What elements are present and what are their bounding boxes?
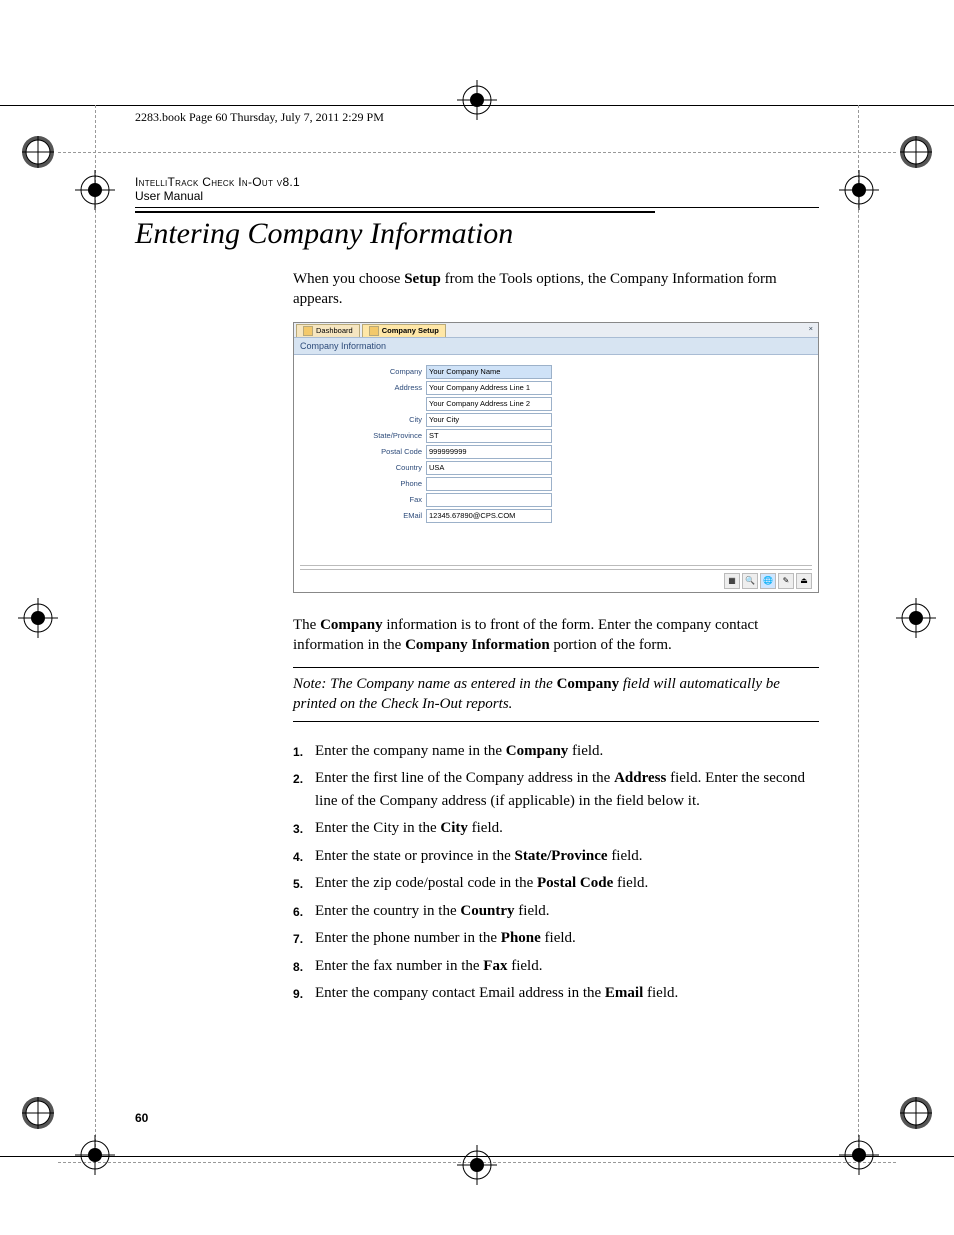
- registration-mark-icon: [839, 170, 879, 210]
- registration-mark-icon: [18, 1093, 58, 1133]
- label-company: Company: [340, 367, 426, 376]
- step-item: Enter the City in the City field.: [293, 817, 819, 840]
- step-item: Enter the country in the Country field.: [293, 900, 819, 923]
- step-item: Enter the first line of the Company addr…: [293, 767, 819, 812]
- registration-mark-icon: [896, 598, 936, 638]
- manual-label: User Manual: [135, 189, 819, 203]
- step-item: Enter the fax number in the Fax field.: [293, 955, 819, 978]
- book-metadata-header: 2283.book Page 60 Thursday, July 7, 2011…: [135, 110, 819, 125]
- registration-mark-icon: [75, 170, 115, 210]
- window-tabs: Dashboard Company Setup ×: [294, 323, 818, 337]
- input-postal[interactable]: 999999999: [426, 445, 552, 459]
- toolbar-icon-1[interactable]: ▦: [724, 573, 740, 589]
- step-item: Enter the state or province in the State…: [293, 845, 819, 868]
- input-address1[interactable]: Your Company Address Line 1: [426, 381, 552, 395]
- divider: [300, 565, 812, 566]
- input-country[interactable]: USA: [426, 461, 552, 475]
- input-address2[interactable]: Your Company Address Line 2: [426, 397, 552, 411]
- globe-icon[interactable]: 🌐: [760, 573, 776, 589]
- registration-mark-icon: [457, 1145, 497, 1185]
- product-title: IntelliTrack Check In-Out v8.1: [135, 175, 819, 189]
- registration-mark-icon: [18, 598, 58, 638]
- registration-mark-icon: [839, 1135, 879, 1175]
- label-state: State/Province: [340, 431, 426, 440]
- input-company[interactable]: Your Company Name: [426, 365, 552, 379]
- input-email[interactable]: 12345.67890@CPS.COM: [426, 509, 552, 523]
- label-country: Country: [340, 463, 426, 472]
- tools-icon[interactable]: ✎: [778, 573, 794, 589]
- page-number: 60: [135, 1111, 148, 1125]
- intro-paragraph: When you choose Setup from the Tools opt…: [293, 269, 819, 310]
- running-head: IntelliTrack Check In-Out v8.1 User Manu…: [135, 175, 819, 208]
- company-info-screenshot: Dashboard Company Setup × Company Inform…: [293, 322, 819, 593]
- trim-line-right: [858, 105, 859, 1157]
- step-item: Enter the zip code/postal code in the Po…: [293, 872, 819, 895]
- step-item: Enter the company name in the Company fi…: [293, 740, 819, 763]
- search-icon[interactable]: 🔍: [742, 573, 758, 589]
- input-fax[interactable]: [426, 493, 552, 507]
- label-postal: Postal Code: [340, 447, 426, 456]
- folder-icon: [369, 326, 379, 336]
- input-phone[interactable]: [426, 477, 552, 491]
- trim-line-left: [95, 105, 96, 1157]
- body-paragraph: The Company information is to front of t…: [293, 615, 819, 656]
- step-item: Enter the phone number in the Phone fiel…: [293, 927, 819, 950]
- tab-dashboard[interactable]: Dashboard: [296, 324, 360, 337]
- exit-icon[interactable]: ⏏: [796, 573, 812, 589]
- registration-mark-icon: [18, 132, 58, 172]
- note-block: Note: The Company name as entered in the…: [293, 667, 819, 722]
- form-toolbar: ▦ 🔍 🌐 ✎ ⏏: [294, 570, 818, 592]
- registration-mark-icon: [896, 132, 936, 172]
- form-title: Company Information: [294, 337, 818, 355]
- label-fax: Fax: [340, 495, 426, 504]
- label-email: EMail: [340, 511, 426, 520]
- registration-mark-icon: [75, 1135, 115, 1175]
- input-city[interactable]: Your City: [426, 413, 552, 427]
- label-city: City: [340, 415, 426, 424]
- close-tab-button[interactable]: ×: [806, 324, 816, 337]
- label-phone: Phone: [340, 479, 426, 488]
- tab-company-setup[interactable]: Company Setup: [362, 324, 446, 337]
- steps-list: Enter the company name in the Company fi…: [293, 740, 819, 1005]
- section-heading: Entering Company Information: [135, 211, 655, 251]
- input-state[interactable]: ST: [426, 429, 552, 443]
- folder-icon: [303, 326, 313, 336]
- registration-mark-icon: [896, 1093, 936, 1133]
- step-item: Enter the company contact Email address …: [293, 982, 819, 1005]
- label-address: Address: [340, 383, 426, 392]
